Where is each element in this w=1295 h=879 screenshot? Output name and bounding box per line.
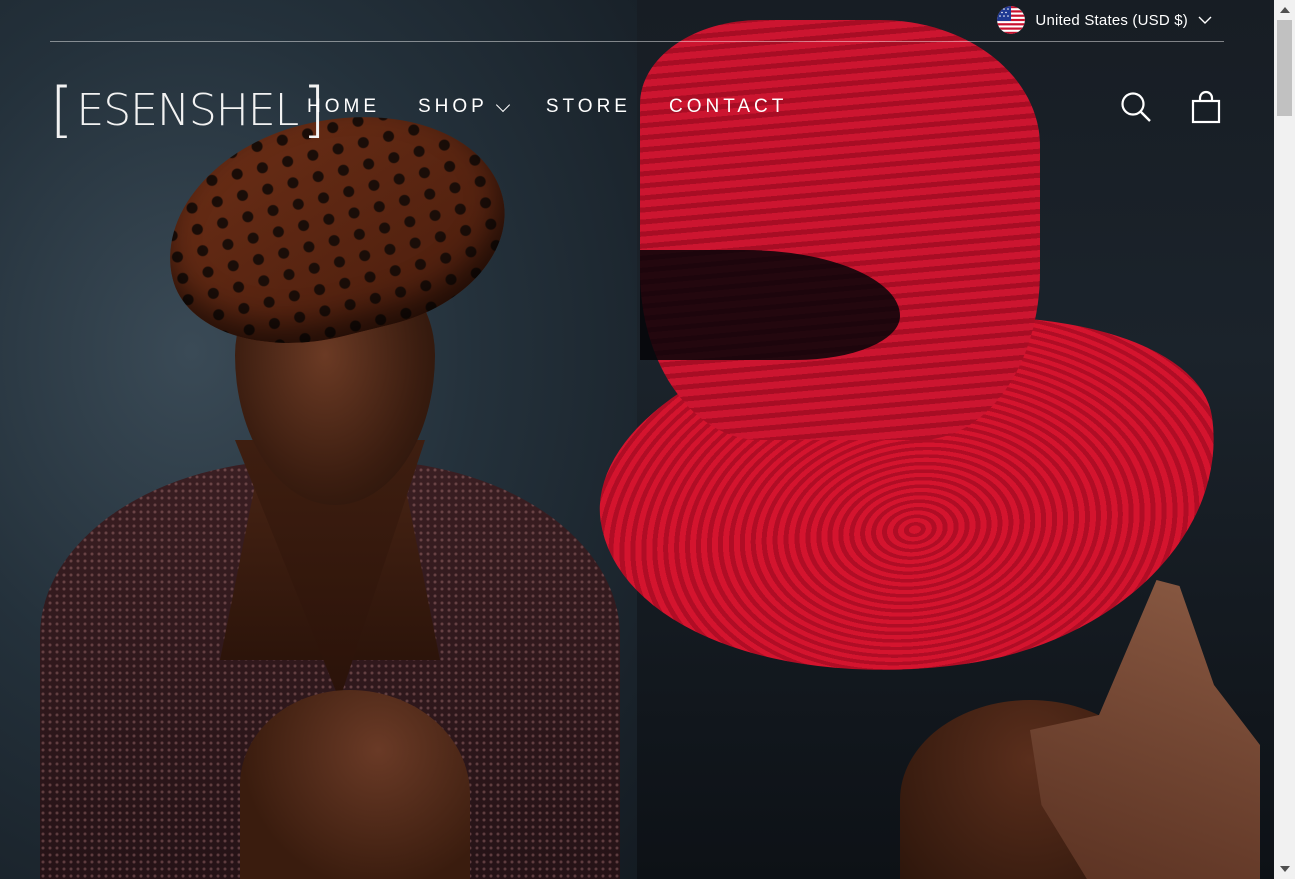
currency-label: United States (USD $) — [1035, 11, 1188, 29]
search-icon[interactable] — [1120, 90, 1152, 124]
page-scrollbar[interactable] — [1274, 0, 1295, 879]
nav-home-label: HOME — [307, 96, 380, 117]
us-flag-icon — [997, 6, 1026, 34]
page-viewport: United States (USD $) [ ESENSHEL ] HOME … — [0, 0, 1274, 879]
nav-shop[interactable]: SHOP — [418, 96, 510, 118]
nav-store[interactable]: STORE — [546, 96, 631, 118]
nav-store-label: STORE — [545, 96, 631, 117]
currency-selector[interactable]: United States (USD $) — [997, 6, 1212, 34]
logo-bracket-left: [ — [50, 75, 73, 145]
scroll-up-arrow-icon[interactable] — [1280, 7, 1290, 13]
chevron-down-icon — [495, 97, 510, 113]
logo-text: ESENSHEL — [76, 84, 299, 136]
nav-contact-label: CONTACT — [668, 96, 788, 117]
site-logo[interactable]: [ ESENSHEL ] — [50, 75, 326, 145]
header-divider — [50, 41, 1224, 42]
nav-shop-label: SHOP — [418, 96, 488, 117]
nav-home[interactable]: HOME — [307, 96, 380, 118]
utility-bar: United States (USD $) — [0, 0, 1274, 42]
nav-contact[interactable]: CONTACT — [669, 96, 787, 118]
main-navigation: HOME SHOP STORE CONTACT — [307, 96, 787, 118]
chevron-down-icon — [1198, 16, 1212, 24]
red-hat-crown — [640, 20, 1040, 440]
scrollbar-thumb[interactable] — [1277, 20, 1292, 116]
header-actions — [1120, 90, 1222, 124]
scroll-down-arrow-icon[interactable] — [1280, 866, 1290, 872]
cart-bag-icon[interactable] — [1190, 90, 1222, 124]
